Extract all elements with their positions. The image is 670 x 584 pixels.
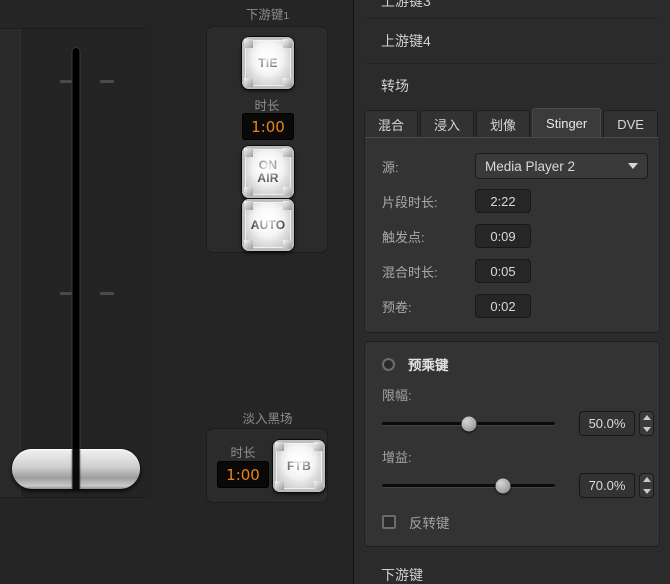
tab-dve-label: DVE — [617, 116, 644, 132]
premultiply-key-toggle-row[interactable]: 预乘键 — [365, 354, 659, 374]
ftb-rate-value: 1:00 — [226, 465, 260, 484]
field-row-clip-duration: 片段时长: 2:22 — [365, 186, 659, 216]
preroll-label: 预卷: — [382, 299, 412, 315]
clip-duration-input[interactable]: 2:22 — [475, 189, 531, 213]
gain-stepper-up-icon[interactable] — [642, 477, 651, 483]
invert-key-row[interactable]: 反转键 — [365, 512, 659, 532]
mix-duration-input[interactable]: 0:05 — [475, 259, 531, 283]
mix-duration-value: 0:05 — [490, 263, 516, 279]
clip-stepper-buttons[interactable] — [639, 411, 654, 436]
section-header-usk3[interactable]: 上游键3 — [354, 0, 670, 18]
chevron-down-icon — [628, 163, 638, 169]
section-header-usk4[interactable]: 上游键4 — [354, 19, 670, 63]
tab-stinger-label: Stinger — [546, 115, 588, 131]
clip-slider-row: 50.0% — [365, 411, 659, 436]
gain-slider-label: 增益: — [382, 450, 412, 465]
tab-wipe-label: 划像 — [490, 117, 517, 133]
tab-wipe[interactable]: 划像 — [476, 110, 531, 137]
dsk1-rate-value: 1:00 — [251, 117, 285, 136]
atem-software-control-window: 下游键1 TIE 时长 1:00 ON AIR AUTO 淡入黑场 时长 1:0… — [0, 0, 670, 584]
preroll-value: 0:02 — [490, 298, 516, 314]
dsk1-title-text: 下游键 — [245, 8, 284, 22]
section-header-usk4-label: 上游键4 — [381, 33, 431, 49]
dsk1-auto-label: AUTO — [250, 217, 286, 232]
trigger-point-input[interactable]: 0:09 — [475, 224, 531, 248]
gain-slider-knob[interactable] — [495, 478, 511, 493]
source-dropdown[interactable]: Media Player 2 — [475, 153, 648, 179]
t-bar-gutter — [20, 29, 152, 497]
clip-value-text: 50.0% — [588, 416, 626, 431]
dsk1-group-title: 下游键1 — [205, 4, 330, 23]
t-bar-handle[interactable] — [11, 449, 140, 489]
trigger-point-value: 0:09 — [490, 228, 516, 244]
tab-dve[interactable]: DVE — [603, 110, 658, 137]
clip-value-input[interactable]: 50.0% — [579, 411, 635, 436]
t-bar-tick-mid-right — [100, 292, 114, 295]
field-row-source: 源: Media Player 2 — [365, 151, 659, 181]
source-field-label: 源: — [382, 159, 399, 175]
gain-stepper-down-icon[interactable] — [642, 488, 651, 494]
dsk1-tie-label: TIE — [258, 55, 278, 70]
clip-slider-track[interactable] — [382, 416, 555, 431]
trigger-point-label: 触发点: — [382, 229, 425, 245]
gain-stepper-buttons[interactable] — [639, 473, 654, 498]
dsk1-title-index: 1 — [283, 10, 290, 22]
field-row-preroll: 预卷: 0:02 — [365, 291, 659, 321]
tab-mix-label: 混合 — [378, 117, 405, 133]
ftb-button[interactable]: FTB — [273, 440, 325, 492]
ftb-button-pad: 时长 1:00 FTB — [206, 428, 328, 503]
tab-dip-label: 浸入 — [434, 117, 461, 133]
dsk1-auto-button[interactable]: AUTO — [242, 199, 294, 251]
clip-spinner: 50.0% — [579, 411, 654, 436]
dsk1-on-air-button[interactable]: ON AIR — [242, 146, 294, 198]
clip-slider-label: 限幅: — [382, 388, 412, 403]
preroll-input[interactable]: 0:02 — [475, 294, 531, 318]
clip-duration-value: 2:22 — [490, 193, 516, 209]
gain-slider-row: 70.0% — [365, 473, 659, 498]
stinger-tab-panel: 源: Media Player 2 片段时长: 2:22 触发点: 0:09 混… — [364, 137, 660, 333]
ftb-rate-display[interactable]: 1:00 — [217, 461, 269, 488]
premultiply-key-label: 预乘键 — [408, 358, 449, 373]
dsk1-tie-button[interactable]: TIE — [242, 37, 294, 89]
field-row-trigger-point: 触发点: 0:09 — [365, 221, 659, 251]
mix-duration-label: 混合时长: — [382, 264, 438, 280]
t-bar-tick-top-right — [100, 80, 114, 83]
clip-duration-label: 片段时长: — [382, 194, 438, 210]
premultiply-key-box: 预乘键 限幅: 50.0% 增益: 70.0% 反转键 — [364, 341, 660, 547]
gain-value-text: 70.0% — [588, 478, 626, 493]
tab-stinger[interactable]: Stinger — [532, 108, 602, 137]
tab-dip[interactable]: 浸入 — [420, 110, 475, 137]
section-header-dsk-label: 下游键 — [381, 567, 423, 583]
section-header-usk3-label: 上游键3 — [381, 0, 431, 9]
ftb-group-title: 淡入黑场 — [242, 412, 293, 426]
ftb-button-label: FTB — [287, 458, 311, 473]
dsk1-rate-display[interactable]: 1:00 — [242, 113, 294, 140]
dsk1-rate-label: 时长 — [254, 99, 280, 113]
section-header-transition[interactable]: 转场 — [354, 64, 670, 108]
gain-value-input[interactable]: 70.0% — [579, 473, 635, 498]
right-settings-panel: 上游键3 上游键4 转场 混合 浸入 划像 Stinger DVE 源: Med… — [353, 0, 670, 584]
dsk1-button-pad: TIE 时长 1:00 ON AIR AUTO — [206, 26, 328, 253]
clip-stepper-down-icon[interactable] — [642, 426, 651, 432]
gain-spinner: 70.0% — [579, 473, 654, 498]
transition-tabs: 混合 浸入 划像 Stinger DVE — [354, 108, 670, 137]
invert-key-label: 反转键 — [409, 516, 450, 531]
source-dropdown-value: Media Player 2 — [485, 158, 576, 174]
field-row-mix-duration: 混合时长: 0:05 — [365, 256, 659, 286]
invert-key-checkbox[interactable] — [382, 515, 396, 529]
t-bar-slot — [71, 47, 80, 487]
clip-stepper-up-icon[interactable] — [642, 415, 651, 421]
gain-slider-track[interactable] — [382, 478, 555, 493]
section-header-dsk[interactable]: 下游键 — [354, 553, 670, 584]
dsk1-on-air-line2: AIR — [257, 171, 279, 185]
clip-slider-knob[interactable] — [461, 416, 476, 431]
t-bar-fader-panel — [0, 28, 152, 498]
section-header-transition-label: 转场 — [381, 78, 409, 94]
ftb-rate-label: 时长 — [230, 446, 256, 460]
tab-mix[interactable]: 混合 — [364, 110, 419, 137]
premultiply-radio-icon[interactable] — [382, 357, 395, 371]
